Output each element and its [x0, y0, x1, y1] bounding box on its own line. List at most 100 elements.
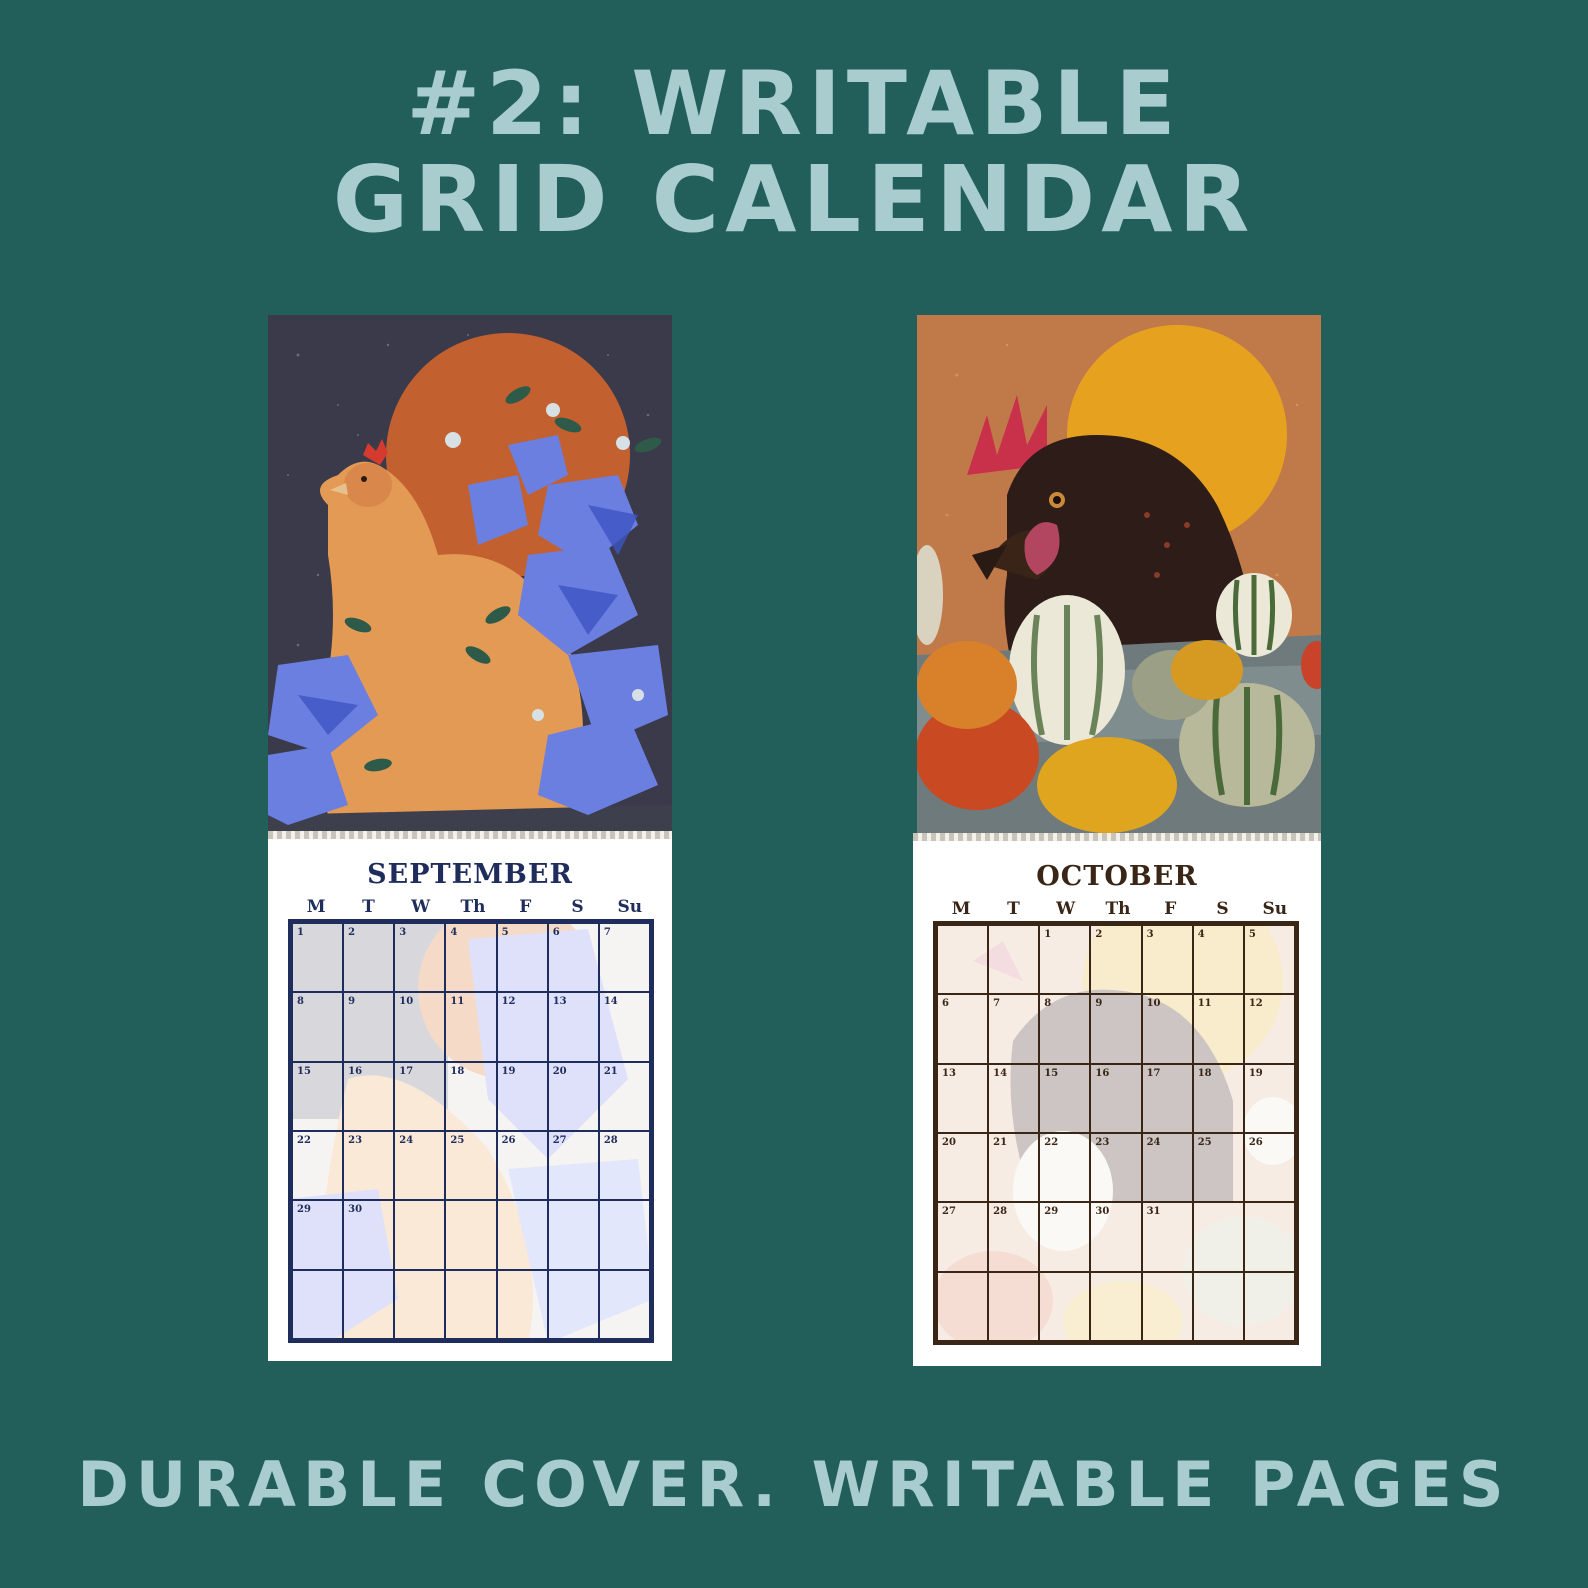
day-number: 13 [942, 1067, 956, 1079]
september-grid-page: SEPTEMBER M T W Th F S Su 1 2 3 4 5 6 7 8 9 10 11 1… [268, 831, 672, 1361]
day-cell: 5 [1242, 924, 1296, 996]
day-number: 22 [297, 1135, 311, 1146]
day-number: 3 [1146, 929, 1154, 940]
day-number: 18 [450, 1065, 465, 1077]
date-grid-area: 1 2 3 4 5 6 7 8 9 10 11 12 13 14 15 16 17 18 19 20 21 22 23 24 2… [288, 919, 654, 1343]
day-number: 30 [1095, 1206, 1110, 1218]
day-number: 2 [1095, 929, 1103, 940]
day-cell: 13 [936, 1062, 990, 1134]
day-number: 22 [1044, 1137, 1059, 1148]
date-grid-area: 1 2 3 4 5 6 7 8 9 10 11 12 13 14 15 16 17 18 19 20 21 22 23 24 2… [933, 921, 1299, 1345]
day-number: 25 [1197, 1137, 1212, 1148]
day-cell: 27 [546, 1130, 600, 1202]
day-cell: 14 [597, 991, 651, 1063]
day-number: 8 [1044, 998, 1052, 1010]
day-cell: 16 [342, 1060, 396, 1132]
day-cell: 18 [1191, 1062, 1245, 1134]
day-cell: 19 [495, 1060, 549, 1132]
empty-cell [495, 1268, 549, 1340]
weekday-label: Su [617, 897, 643, 917]
empty-cell [1191, 1201, 1245, 1273]
day-number: 7 [993, 998, 1001, 1010]
day-number: 9 [348, 996, 356, 1008]
day-number: 5 [1248, 929, 1256, 940]
october-illustration [917, 315, 1321, 837]
day-cell: 7 [597, 922, 651, 994]
day-cell: 14 [987, 1062, 1041, 1134]
empty-cell [1242, 1201, 1296, 1273]
empty-cell [546, 1268, 600, 1340]
day-cell: 8 [1038, 993, 1092, 1065]
day-cell: 3 [1140, 924, 1194, 996]
weekday-label: Th [1105, 899, 1131, 919]
day-number: 1 [1044, 929, 1052, 940]
footer-tagline: DURABLE COVER. WRITABLE PAGES [77, 1448, 1511, 1521]
day-number: 27 [942, 1206, 956, 1218]
day-cell: 24 [393, 1130, 447, 1202]
day-cell: 6 [546, 922, 600, 994]
day-cell: 13 [546, 991, 600, 1063]
day-cell: 23 [342, 1130, 396, 1202]
weekday-label: Th [460, 897, 486, 917]
day-number: 4 [450, 927, 458, 938]
day-number: 6 [552, 927, 560, 938]
day-number: 17 [399, 1065, 414, 1077]
weekday-label: W [411, 897, 431, 917]
day-number: 3 [399, 927, 407, 938]
empty-cell [936, 924, 990, 996]
day-number: 26 [1248, 1137, 1263, 1148]
empty-cell [987, 924, 1041, 996]
day-cell: 29 [1038, 1201, 1092, 1273]
day-cell: 12 [495, 991, 549, 1063]
day-cell: 19 [1242, 1062, 1296, 1134]
day-number: 14 [603, 996, 618, 1008]
day-number: 21 [603, 1065, 618, 1077]
day-number: 29 [297, 1204, 311, 1216]
day-number: 2 [348, 927, 356, 938]
day-cell: 23 [1089, 1132, 1143, 1204]
day-number: 29 [1044, 1206, 1059, 1218]
weekday-label: F [519, 897, 532, 917]
day-number: 30 [348, 1204, 363, 1216]
day-number: 6 [942, 998, 949, 1010]
weekday-label: S [571, 897, 584, 917]
day-number: 1 [297, 927, 304, 938]
day-cell: 18 [444, 1060, 498, 1132]
day-number: 8 [297, 996, 304, 1008]
day-cell: 24 [1140, 1132, 1194, 1204]
day-cell: 2 [342, 922, 396, 994]
day-cell: 4 [1191, 924, 1245, 996]
day-number: 12 [1248, 998, 1263, 1010]
day-cell: 5 [495, 922, 549, 994]
empty-cell [1242, 1270, 1296, 1342]
empty-cell [936, 1270, 990, 1342]
day-number: 23 [1095, 1137, 1110, 1148]
headline-line-1: #2: WRITABLE [406, 52, 1182, 155]
day-cell: 9 [1089, 993, 1143, 1065]
empty-cell [393, 1268, 447, 1340]
day-cell: 20 [936, 1132, 990, 1204]
day-cell: 29 [291, 1199, 345, 1271]
empty-cell [342, 1268, 396, 1340]
day-cell: 21 [597, 1060, 651, 1132]
day-cell: 8 [291, 991, 345, 1063]
empty-cell [495, 1199, 549, 1271]
empty-cell [291, 1268, 345, 1340]
day-number: 9 [1095, 998, 1103, 1010]
empty-cell [597, 1268, 651, 1340]
day-cell: 11 [1191, 993, 1245, 1065]
month-title: OCTOBER [1036, 861, 1198, 892]
day-cell: 1 [291, 922, 345, 994]
day-number: 14 [993, 1067, 1008, 1079]
day-number: 21 [993, 1137, 1008, 1148]
day-number: 28 [993, 1206, 1008, 1218]
empty-cell [444, 1199, 498, 1271]
day-number: 13 [552, 996, 567, 1008]
day-cell: 22 [291, 1130, 345, 1202]
day-cell: 17 [393, 1060, 447, 1132]
day-number: 16 [1095, 1067, 1110, 1079]
weekday-label: M [306, 897, 326, 917]
day-cell: 28 [597, 1130, 651, 1202]
spiral-binding [268, 831, 672, 839]
day-cell: 20 [546, 1060, 600, 1132]
